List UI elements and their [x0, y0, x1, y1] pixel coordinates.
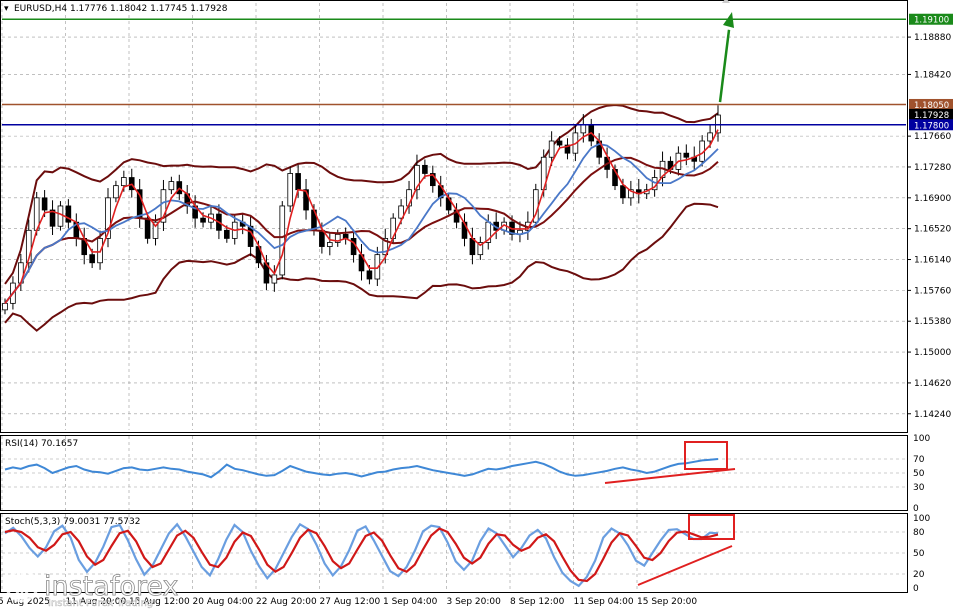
- stoch-label: Stoch(5,3,3) 79.0031 77.5732: [5, 517, 140, 527]
- rsi-tick-label: 70: [913, 455, 925, 465]
- price-tick-label: 1.16140: [914, 256, 951, 266]
- time-tick-label: 11 Sep 04:00: [574, 597, 634, 607]
- rsi-tick-label: 30: [913, 483, 925, 493]
- price-tick-label: 1.14240: [914, 410, 951, 420]
- candle-body: [548, 140, 555, 158]
- rsi-tick-label: 0: [913, 504, 919, 514]
- price-tick-label: 1.15760: [914, 286, 951, 296]
- candle-body: [121, 177, 127, 187]
- candle-body: [422, 164, 428, 174]
- rsi-tick-label: 100: [913, 434, 930, 444]
- candle-body: [556, 140, 563, 146]
- price-tick-label: 1.17660: [914, 132, 951, 142]
- stoch-tick-label: 20: [913, 570, 925, 580]
- candle-body: [113, 185, 119, 199]
- time-tick-label: 20 Aug 04:00: [193, 597, 254, 607]
- candle-body: [200, 217, 206, 223]
- candle-body: [620, 185, 626, 199]
- price-level-tag-label: 1.19100: [914, 16, 949, 26]
- candle-body: [327, 242, 333, 247]
- time-tick-label: 15 Sep 20:00: [637, 597, 697, 607]
- time-tick-label: 27 Aug 12:00: [320, 597, 381, 607]
- candle-body: [41, 197, 48, 211]
- header-triangle-icon: ▾: [4, 4, 9, 14]
- time-tick-label: 8 Sep 12:00: [510, 597, 565, 607]
- price-tick-label: 1.15380: [914, 317, 951, 327]
- candle-body: [707, 132, 713, 142]
- price-tick-label: 1.15000: [914, 348, 951, 358]
- price-tick-label: 1.16520: [914, 225, 951, 235]
- time-tick-label: 22 Aug 20:00: [256, 597, 317, 607]
- stoch-tick-label: 50: [913, 549, 925, 559]
- price-level-tag-label: 1.17800: [914, 121, 949, 131]
- candle-body: [144, 217, 151, 239]
- time-tick-label: 1 Sep 04:00: [383, 597, 438, 607]
- time-tick-label: 3 Sep 20:00: [447, 597, 502, 607]
- price-tick-label: 1.17280: [914, 163, 951, 173]
- candle-body: [89, 254, 95, 264]
- candle-body: [287, 173, 293, 207]
- candle-body: [295, 173, 301, 191]
- price-tick-label: 1.18880: [914, 33, 951, 43]
- candle-body: [2, 302, 8, 311]
- candle-body: [319, 229, 325, 247]
- candle-body: [279, 205, 286, 276]
- rsi-label: RSI(14) 70.1657: [5, 439, 78, 449]
- symbol-header: EURUSD,H4 1.17776 1.18042 1.17745 1.1792…: [14, 4, 228, 14]
- candle-body: [366, 270, 373, 280]
- stoch-tick-label: 100: [913, 514, 930, 524]
- chart-root: 1.191001.180501.179281.17800 1.188801.18…: [0, 0, 953, 609]
- stoch-tick-label: 0: [913, 584, 919, 594]
- instaforex-icon: [5, 569, 39, 603]
- candle-body: [271, 274, 278, 284]
- price-tick-label: 1.16900: [914, 194, 951, 204]
- candle-body: [580, 124, 587, 134]
- price-tick-label: 1.18420: [914, 70, 951, 80]
- price-axis: 1.18880 1.18420 1.17660 1.17280 1.16900 1.165…: [907, 33, 951, 420]
- stoch-tick-label: 80: [913, 528, 925, 538]
- price-tick-label: 1.14620: [914, 379, 951, 389]
- candle-body: [224, 229, 230, 239]
- candle-body: [168, 181, 175, 191]
- candle-body: [57, 205, 64, 227]
- candle-body: [683, 152, 690, 158]
- rsi-tick-label: 50: [913, 469, 925, 479]
- instaforex-tagline: Instant Forex Trading: [48, 598, 153, 609]
